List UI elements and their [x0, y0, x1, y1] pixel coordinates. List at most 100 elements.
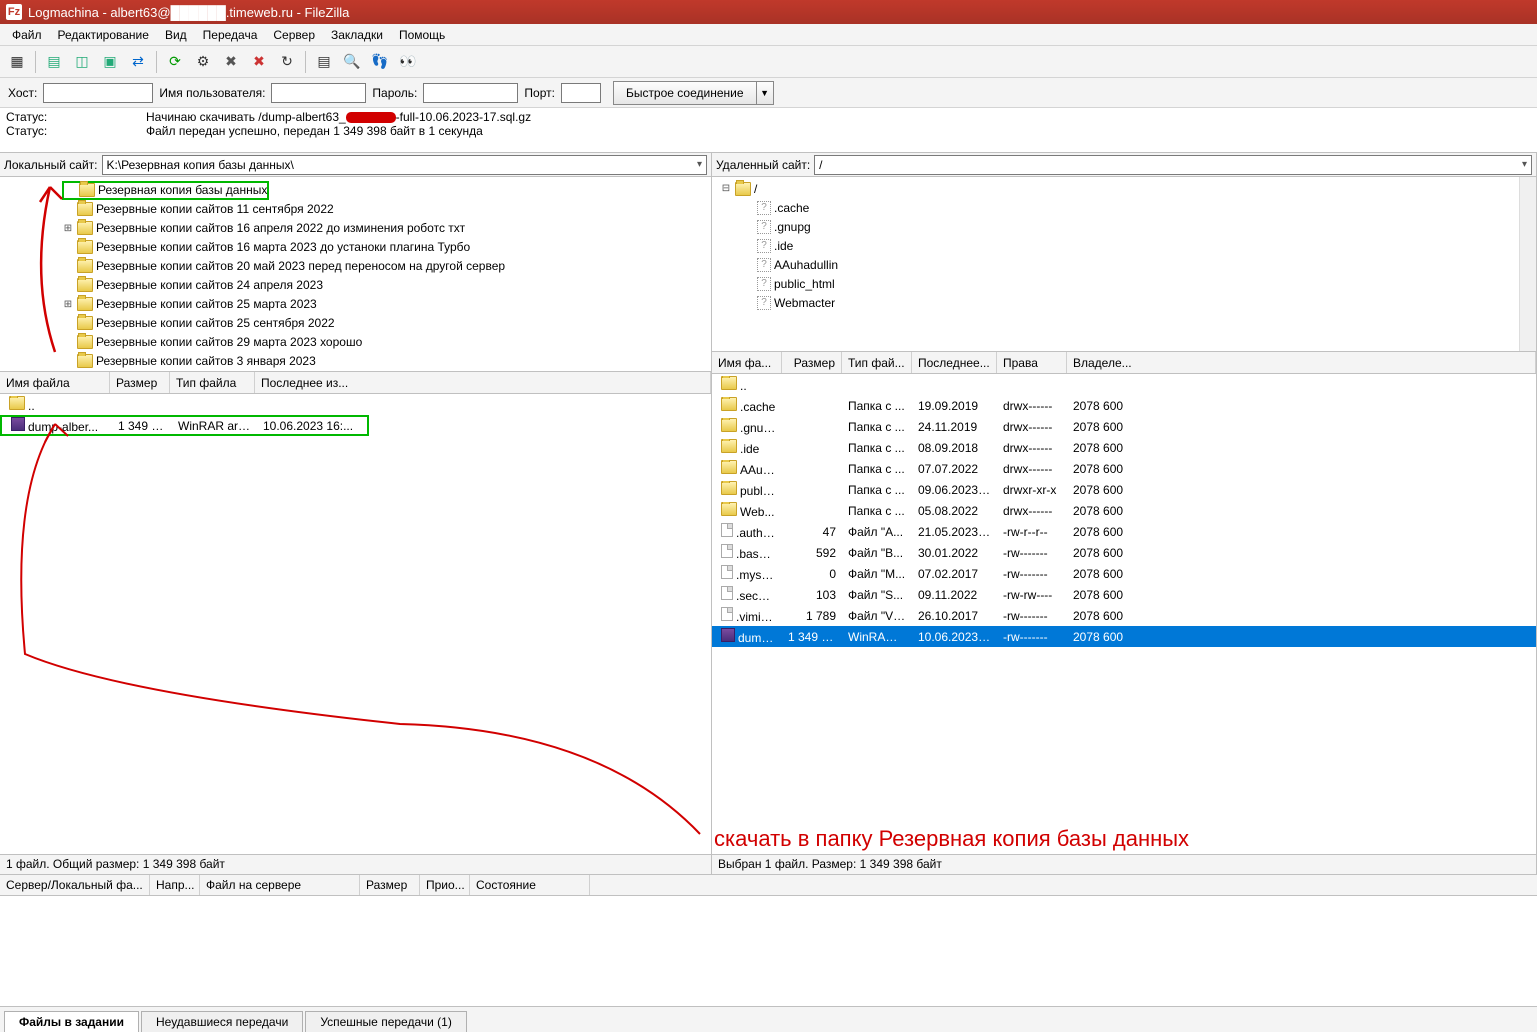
- tree-item[interactable]: ?.ide: [712, 236, 1519, 255]
- menu-server[interactable]: Сервер: [265, 26, 323, 44]
- remote-filelist[interactable]: ...cacheПапка с ...19.09.2019drwx------2…: [712, 374, 1536, 854]
- file-row[interactable]: .vimin...1 789Файл "VI...26.10.2017-rw--…: [712, 605, 1536, 626]
- file-row[interactable]: .ideПапка с ...08.09.2018drwx------2078 …: [712, 437, 1536, 458]
- file-row[interactable]: ..: [712, 374, 1536, 395]
- menu-transfer[interactable]: Передача: [195, 26, 266, 44]
- queue-col[interactable]: Прио...: [420, 875, 470, 895]
- col-type[interactable]: Тип фай...: [842, 352, 912, 373]
- file-row[interactable]: Web...Папка с ...05.08.2022drwx------207…: [712, 500, 1536, 521]
- disconnect-icon[interactable]: ✖: [246, 49, 272, 75]
- queue-col[interactable]: Сервер/Локальный фа...: [0, 875, 150, 895]
- remote-pane: Удаленный сайт: / ⊟/?.cache?.gnupg?.ide?…: [712, 153, 1537, 874]
- sync-browse-icon[interactable]: ⇄: [125, 49, 151, 75]
- binoculars-icon[interactable]: 👀: [395, 49, 421, 75]
- file-row[interactable]: .cacheПапка с ...19.09.2019drwx------207…: [712, 395, 1536, 416]
- reconnect-icon[interactable]: ↻: [274, 49, 300, 75]
- tree-item[interactable]: ?AAuhadullin: [712, 255, 1519, 274]
- menu-help[interactable]: Помощь: [391, 26, 453, 44]
- folder-icon: [77, 297, 93, 311]
- col-mod[interactable]: Последнее...: [912, 352, 997, 373]
- log-text: Начинаю скачивать /dump-albert63_-full-1…: [146, 110, 531, 124]
- file-row[interactable]: .authfi...47Файл "A...21.05.2023 ...-rw-…: [712, 521, 1536, 542]
- col-perm[interactable]: Права: [997, 352, 1067, 373]
- folder-icon: [721, 439, 737, 453]
- col-mod[interactable]: Последнее из...: [255, 372, 711, 393]
- tree-item[interactable]: Резервные копии сайтов 11 сентября 2022: [0, 200, 711, 219]
- annotation-arrow: [0, 394, 711, 854]
- queue-col[interactable]: Напр...: [150, 875, 200, 895]
- file-row[interactable]: public...Папка с ...09.06.2023 ...drwxr-…: [712, 479, 1536, 500]
- tree-item[interactable]: Резервные копии сайтов 3 января 2023: [0, 352, 711, 371]
- queue-col[interactable]: Файл на сервере: [200, 875, 360, 895]
- menu-edit[interactable]: Редактирование: [50, 26, 157, 44]
- quickconnect-bar: Хост: Имя пользователя: Пароль: Порт: Бы…: [0, 78, 1537, 108]
- cancel-icon[interactable]: ✖: [218, 49, 244, 75]
- user-label: Имя пользователя:: [159, 86, 265, 100]
- menu-file[interactable]: Файл: [4, 26, 50, 44]
- tree-item[interactable]: Резервные копии сайтов 24 апреля 2023: [0, 276, 711, 295]
- unknown-icon: ?: [757, 296, 771, 310]
- queue-col[interactable]: Состояние: [470, 875, 590, 895]
- col-name[interactable]: Имя файла: [0, 372, 110, 393]
- local-filelist[interactable]: ..dump-alber...1 349 398WinRAR arc...10.…: [0, 394, 711, 854]
- tree-item[interactable]: Резервные копии сайтов 25 сентября 2022: [0, 314, 711, 333]
- col-owner[interactable]: Владеле...: [1067, 352, 1536, 373]
- refresh-icon[interactable]: ⟳: [162, 49, 188, 75]
- folder-icon: [77, 354, 93, 368]
- pass-input[interactable]: [423, 83, 518, 103]
- tree-item[interactable]: Резервные копии сайтов 16 марта 2023 до …: [0, 238, 711, 257]
- tree-item[interactable]: ⊟/: [712, 179, 1519, 198]
- tree-item[interactable]: Резервные копии сайтов 29 марта 2023 хор…: [0, 333, 711, 352]
- host-input[interactable]: [43, 83, 153, 103]
- file-row[interactable]: .secur...103Файл "S...09.11.2022-rw-rw--…: [712, 584, 1536, 605]
- quickconnect-button[interactable]: Быстрое соединение: [613, 81, 757, 105]
- compare-icon[interactable]: 👣: [367, 49, 393, 75]
- tab-failed[interactable]: Неудавшиеся передачи: [141, 1011, 303, 1032]
- toggle-log-icon[interactable]: ▤: [41, 49, 67, 75]
- user-input[interactable]: [271, 83, 366, 103]
- col-type[interactable]: Тип файла: [170, 372, 255, 393]
- scrollbar[interactable]: [1519, 177, 1536, 351]
- file-row-up[interactable]: ..: [0, 394, 711, 415]
- remote-tree[interactable]: ⊟/?.cache?.gnupg?.ide?AAuhadullin?public…: [712, 177, 1519, 351]
- tree-item[interactable]: Резервные копии сайтов 20 май 2023 перед…: [0, 257, 711, 276]
- local-tree[interactable]: Резервная копия базы данныхРезервные коп…: [0, 177, 711, 372]
- file-row[interactable]: dump...1 349 3...WinRAR ...10.06.2023 ..…: [712, 626, 1536, 647]
- unknown-icon: ?: [757, 258, 771, 272]
- col-size[interactable]: Размер: [782, 352, 842, 373]
- file-row[interactable]: .bash_...592Файл "B...30.01.2022-rw-----…: [712, 542, 1536, 563]
- unknown-icon: ?: [757, 239, 771, 253]
- tree-item[interactable]: ?.gnupg: [712, 217, 1519, 236]
- tree-item[interactable]: ⊞Резервные копии сайтов 16 апреля 2022 д…: [0, 219, 711, 238]
- search-icon[interactable]: 🔍: [339, 49, 365, 75]
- tree-item[interactable]: Резервная копия базы данных: [62, 181, 269, 200]
- tab-success[interactable]: Успешные передачи (1): [305, 1011, 467, 1032]
- toggle-tree-icon[interactable]: ◫: [69, 49, 95, 75]
- menu-bookmarks[interactable]: Закладки: [323, 26, 391, 44]
- remote-path-combo[interactable]: /: [814, 155, 1532, 175]
- filter-icon[interactable]: ▤: [311, 49, 337, 75]
- local-path-combo[interactable]: K:\Резервная копия базы данных\: [102, 155, 708, 175]
- queue-col[interactable]: Размер: [360, 875, 420, 895]
- toggle-queue-icon[interactable]: ▣: [97, 49, 123, 75]
- tab-queued[interactable]: Файлы в задании: [4, 1011, 139, 1032]
- tree-item[interactable]: ?.cache: [712, 198, 1519, 217]
- tree-item[interactable]: ?Webmacter: [712, 293, 1519, 312]
- file-row[interactable]: AAuh...Папка с ...07.07.2022drwx------20…: [712, 458, 1536, 479]
- file-row[interactable]: dump-alber...1 349 398WinRAR arc...10.06…: [0, 415, 369, 436]
- site-manager-icon[interactable]: ▦: [4, 49, 30, 75]
- tree-item[interactable]: ?public_html: [712, 274, 1519, 293]
- menu-view[interactable]: Вид: [157, 26, 195, 44]
- file-row[interactable]: .mysql...0Файл "M...07.02.2017-rw-------…: [712, 563, 1536, 584]
- file-row[interactable]: .gnupgПапка с ...24.11.2019drwx------207…: [712, 416, 1536, 437]
- col-size[interactable]: Размер: [110, 372, 170, 393]
- port-label: Порт:: [524, 86, 555, 100]
- host-label: Хост:: [8, 86, 37, 100]
- queue-tabs: Файлы в задании Неудавшиеся передачи Усп…: [0, 1006, 1537, 1032]
- port-input[interactable]: [561, 83, 601, 103]
- col-name[interactable]: Имя фа...: [712, 352, 782, 373]
- quickconnect-dropdown[interactable]: ▼: [756, 81, 774, 105]
- tree-item[interactable]: ⊞Резервные копии сайтов 25 марта 2023: [0, 295, 711, 314]
- queue-body[interactable]: [0, 896, 1537, 1006]
- process-queue-icon[interactable]: ⚙: [190, 49, 216, 75]
